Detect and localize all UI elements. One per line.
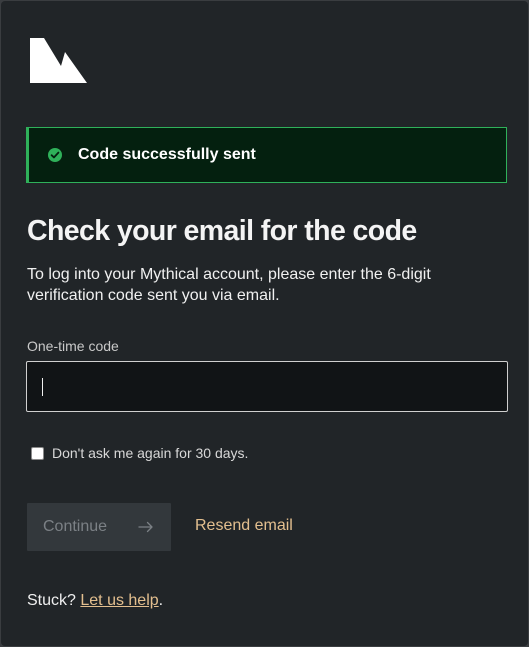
alert-message: Code successfully sent — [78, 146, 256, 163]
help-text: Stuck? Let us help. — [27, 592, 163, 610]
check-circle-icon — [47, 147, 63, 163]
help-prefix: Stuck? — [27, 592, 76, 609]
one-time-code-input[interactable] — [26, 361, 508, 412]
mythical-logo-icon — [30, 38, 88, 83]
one-time-code-label: One-time code — [27, 338, 119, 354]
arrow-right-icon — [138, 521, 154, 533]
remember-device-label[interactable]: Don't ask me again for 30 days. — [52, 445, 248, 461]
continue-button-label: Continue — [43, 518, 108, 535]
login-panel: Code successfully sent Check your email … — [1, 1, 528, 646]
success-alert: Code successfully sent — [26, 127, 507, 183]
page-description: To log into your Mythical account, pleas… — [27, 266, 431, 304]
page-title: Check your email for the code — [27, 215, 417, 247]
help-link[interactable]: Let us help — [80, 592, 158, 609]
text-caret — [42, 378, 43, 396]
continue-button[interactable]: Continue — [27, 503, 171, 551]
help-suffix: . — [158, 592, 164, 609]
remember-device-checkbox[interactable] — [31, 446, 44, 460]
remember-device-option[interactable]: Don't ask me again for 30 days. — [31, 445, 248, 461]
resend-email-link[interactable]: Resend email — [195, 517, 293, 535]
